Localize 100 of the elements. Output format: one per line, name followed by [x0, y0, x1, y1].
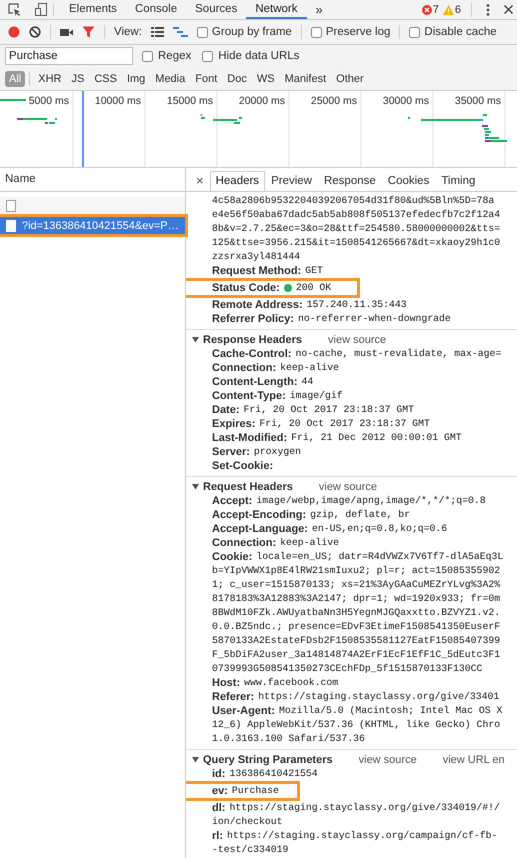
detail-tab[interactable]: Response [318, 171, 382, 191]
header-name: Cookie: [212, 550, 252, 564]
header-value: 8BWdM10FZk.AWUyatbaNn3H5YegnMJGQaxxtto.BZVYZ1.v2. [211, 606, 502, 620]
header-value: 5870133A2EstateFDsb2F1508535581127EatF15085407399 [211, 634, 502, 648]
type-filter[interactable]: JS [67, 70, 88, 86]
header-value: 157.240.11.35:443 [306, 298, 407, 312]
panel-tab[interactable]: Elements [60, 0, 126, 19]
view-label: View: [114, 26, 142, 38]
header-name: Referer: [212, 690, 254, 704]
list-view-icon[interactable] [150, 27, 164, 37]
url-text: zzsrxa3yl481444 [211, 250, 302, 264]
header-value: no-cache, must-revalidate, max-age= [295, 347, 502, 361]
type-filter[interactable]: Other [332, 70, 368, 86]
device-icon[interactable] [35, 3, 47, 16]
type-filter[interactable]: Font [191, 70, 222, 86]
header-value: proxygen [254, 445, 301, 459]
header-value: www.facebook.com [244, 676, 338, 690]
tick-label: 15000 ms [166, 95, 213, 107]
filter-icon[interactable] [82, 26, 95, 38]
header-name: Content-Length: [212, 375, 298, 389]
status-dot [284, 284, 292, 292]
record-button[interactable] [8, 26, 20, 38]
url-text: 125&ttse=3956.215&it=1508541265667&dt=xkaoy29h1c0 [211, 236, 502, 250]
header-value: 1; c_user=1515870133; xs=21%3AyGAaCuMEZrYLvg%3A2% [211, 578, 502, 592]
header-value: 200 OK [296, 281, 332, 295]
panel-tab[interactable]: Sources [186, 0, 246, 19]
header-name: Accept-Language: [212, 522, 308, 536]
header-value: 0.0.BZ5ndc.; presence=EDvF3EtimeF1508541350EuserF [211, 620, 502, 634]
section-title[interactable]: Query String Parameters [203, 752, 333, 766]
checkbox[interactable] [142, 50, 153, 62]
type-filter[interactable]: CSS [90, 70, 121, 86]
view-link[interactable]: view URL en [442, 752, 505, 766]
header-name: rl: [212, 829, 223, 843]
close-button[interactable]: × [190, 173, 210, 191]
header-name: Last-Modified: [212, 431, 288, 445]
more-tabs-button[interactable]: » [306, 0, 332, 19]
header-value: locale=en_US; datr=R4dVWZx7V6Tf7-dlA5aEq3L [256, 550, 504, 564]
header-name: Cache-Control: [212, 347, 292, 361]
section-title[interactable]: Response Headers [203, 332, 302, 346]
timeline-overview[interactable]: 5000 ms 10000 ms 15000 ms 20000 ms 25000 ms 30000 ms 35000 ms [0, 91, 517, 167]
detail-tab[interactable]: Cookies [382, 171, 436, 191]
tick-label: 20000 ms [238, 95, 285, 107]
checkbox-label: Group by frame [212, 26, 292, 38]
checkbox[interactable] [202, 50, 214, 62]
checkbox[interactable] [196, 26, 208, 38]
more-options-icon[interactable] [486, 4, 490, 16]
camera-icon[interactable] [60, 28, 73, 36]
expanded-triangle-icon[interactable] [192, 756, 199, 763]
warning-count[interactable]: 6 [454, 4, 461, 16]
type-filter[interactable]: Manifest [280, 70, 330, 86]
expanded-triangle-icon[interactable] [192, 483, 199, 490]
detail-tab[interactable]: Headers [210, 171, 266, 191]
panel-tab[interactable]: Console [126, 0, 186, 19]
tick-label: 30000 ms [382, 95, 429, 107]
type-filter[interactable]: Media [151, 70, 190, 86]
type-filter[interactable]: Doc [223, 70, 251, 86]
document-icon [6, 200, 16, 212]
header-value: gzip, deflate, br [310, 508, 410, 522]
checkbox-label: Preserve log [326, 26, 390, 38]
header-value: b=YIpVWWX1p8E4lRW21smIuxu2; pl=r; act=15085355902 [211, 564, 502, 578]
tick-label: 25000 ms [310, 95, 357, 107]
header-name: Server: [212, 445, 250, 459]
inspect-icon[interactable] [8, 3, 21, 16]
header-value: en-US,en;q=0.8,ko;q=0.6 [312, 522, 448, 536]
view-link[interactable]: view source [358, 752, 417, 766]
error-count[interactable]: 7 [432, 4, 439, 16]
header-name: Connection: [212, 536, 276, 550]
header-value: ion/checkout [211, 815, 284, 829]
error-icon[interactable] [422, 4, 432, 14]
type-filter[interactable]: XHR [34, 70, 66, 86]
url-text: e4e56f50aba67dadc5ab5ab808f505137efedecfb7c2f12a4 [211, 208, 502, 222]
type-filter[interactable]: Img [122, 70, 150, 86]
header-name: Request Method: [212, 264, 302, 278]
checkbox[interactable] [409, 26, 420, 38]
section-title[interactable]: Request Headers [203, 480, 293, 494]
header-value: -test/c334019 [211, 843, 290, 857]
header-name: ev: [212, 784, 228, 798]
view-link[interactable]: view source [318, 480, 377, 494]
checkbox-label: Hide data URLs [218, 50, 300, 62]
view-link[interactable]: view source [328, 332, 386, 346]
checkbox[interactable] [310, 26, 322, 38]
type-filter[interactable]: WS [252, 70, 279, 86]
header-value: Purchase [232, 784, 279, 798]
waterfall-view-icon[interactable] [172, 27, 188, 37]
expanded-triangle-icon[interactable] [192, 336, 199, 343]
header-value: image/gif [290, 389, 343, 403]
request-row[interactable]: ?id=136386410421554&ev=P… [0, 217, 185, 234]
checkbox-label: Regex [158, 50, 192, 62]
detail-tab[interactable]: Timing [435, 171, 482, 191]
header-name: Set-Cookie: [212, 459, 274, 473]
header-value: 136386410421554 [229, 767, 318, 781]
detail-tab[interactable]: Preview [265, 171, 318, 191]
header-name: id: [212, 767, 226, 781]
close-icon[interactable] [504, 5, 513, 14]
header-name: User-Agent: [212, 704, 275, 718]
clear-icon[interactable] [29, 26, 41, 38]
header-name: Connection: [212, 361, 276, 375]
filter-field[interactable]: Purchase [5, 47, 133, 65]
request-name[interactable]: ?id=136386410421554&ev=P… [22, 220, 179, 232]
header-name: Expires: [212, 417, 256, 431]
